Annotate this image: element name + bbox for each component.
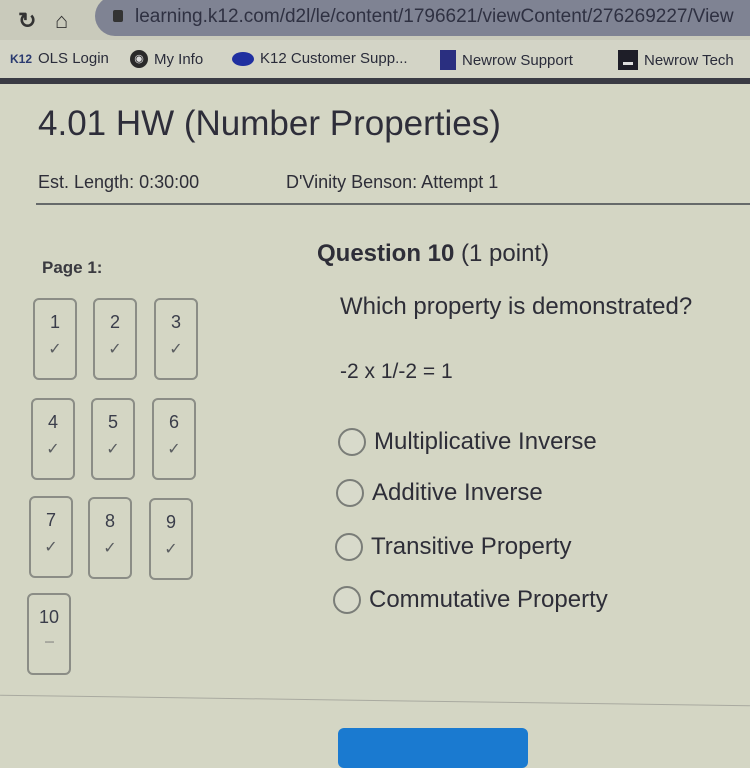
est-length: Est. Length: 0:30:00 [38,172,200,192]
bookmark-newrow-tech[interactable]: Newrow Tech [618,50,734,70]
submit-button[interactable] [338,728,528,768]
address-bar[interactable]: learning.k12.com/d2l/le/content/1796621/… [95,0,750,36]
page-title: 4.01 HW (Number Properties) [38,104,501,143]
unanswered-indicator: --- [44,634,55,648]
browser-toolbar: ↻ ⌂ learning.k12.com/d2l/le/content/1796… [0,0,750,40]
bookmark-label: Newrow Support [462,51,573,69]
question-tile-3[interactable]: 3 ✓ [154,298,198,380]
lock-icon [113,10,123,22]
question-tile-10[interactable]: 10 --- [27,593,71,675]
header-divider [36,203,750,205]
bookmark-label: OLS Login [38,50,109,67]
url-text: learning.k12.com/d2l/le/content/1796621/… [135,6,734,27]
check-icon: ✓ [167,441,181,458]
question-tile-6[interactable]: 6 ✓ [152,398,196,480]
tile-number: 8 [104,511,115,531]
globe-icon: ◉ [130,50,148,68]
check-icon: ✓ [169,341,183,358]
radio-button[interactable] [336,479,364,507]
tile-number: 4 [47,412,58,432]
bookmarks-bar: K12 OLS Login ◉ My Info K12 Customer Sup… [0,40,750,84]
bookmark-label: K12 Customer Supp... [260,50,408,67]
option-label: Commutative Property [369,586,608,613]
radio-button[interactable] [333,586,361,614]
radio-button[interactable] [335,533,363,561]
check-icon: ✓ [108,341,122,358]
home-icon[interactable]: ⌂ [55,8,68,34]
question-expression: -2 x 1/-2 = 1 [340,360,453,383]
salesforce-cloud-icon [232,51,254,66]
reload-icon[interactable]: ↻ [18,8,36,34]
newrow-icon [440,50,456,70]
tile-number: 10 [38,607,60,627]
k12-logo-icon: K12 [10,51,33,66]
check-icon: ✓ [48,341,62,358]
question-tile-5[interactable]: 5 ✓ [91,398,135,480]
option-label: Multiplicative Inverse [374,428,597,455]
bookmark-my-info[interactable]: ◉ My Info [130,50,203,68]
tile-number: 9 [165,512,176,532]
tile-number: 1 [49,312,60,332]
newrow-tech-icon [618,50,638,70]
question-tile-2[interactable]: 2 ✓ [93,298,137,380]
bookmark-label: Newrow Tech [644,51,734,69]
check-icon: ✓ [46,441,60,458]
tile-number: 5 [107,412,118,432]
option-label: Transitive Property [371,533,572,560]
check-icon: ✓ [106,441,120,458]
question-tile-1[interactable]: 1 ✓ [33,298,77,380]
tile-number: 3 [170,312,181,332]
option-additive-inverse[interactable]: Additive Inverse [336,479,543,507]
question-tile-9[interactable]: 9 ✓ [149,498,193,580]
radio-button[interactable] [338,428,366,456]
question-tile-4[interactable]: 4 ✓ [31,398,75,480]
footer-divider [0,694,750,707]
tile-number: 2 [109,312,120,332]
bookmark-newrow-support[interactable]: Newrow Support [440,50,573,70]
bookmark-label: My Info [154,50,204,68]
tile-number: 7 [45,510,56,530]
question-tile-8[interactable]: 8 ✓ [88,497,132,579]
attempt-info: D'Vinity Benson: Attempt 1 [286,172,499,192]
page-label: Page 1: [42,258,103,277]
check-icon: ✓ [103,540,117,557]
check-icon: ✓ [164,541,178,558]
tile-number: 6 [168,412,179,432]
bookmark-ols-login[interactable]: K12 OLS Login [10,50,109,67]
option-label: Additive Inverse [372,479,543,506]
question-tile-7[interactable]: 7 ✓ [29,496,73,578]
question-heading: Question 10 (1 point) [317,240,549,268]
check-icon: ✓ [44,539,58,556]
option-multiplicative-inverse[interactable]: Multiplicative Inverse [338,428,597,456]
question-points: (1 point) [461,240,550,267]
option-transitive-property[interactable]: Transitive Property [335,533,572,561]
question-number: Question 10 [317,240,455,267]
bookmark-k12-customer-support[interactable]: K12 Customer Supp... [232,50,408,67]
question-prompt: Which property is demonstrated? [340,293,693,320]
option-commutative-property[interactable]: Commutative Property [333,586,608,614]
